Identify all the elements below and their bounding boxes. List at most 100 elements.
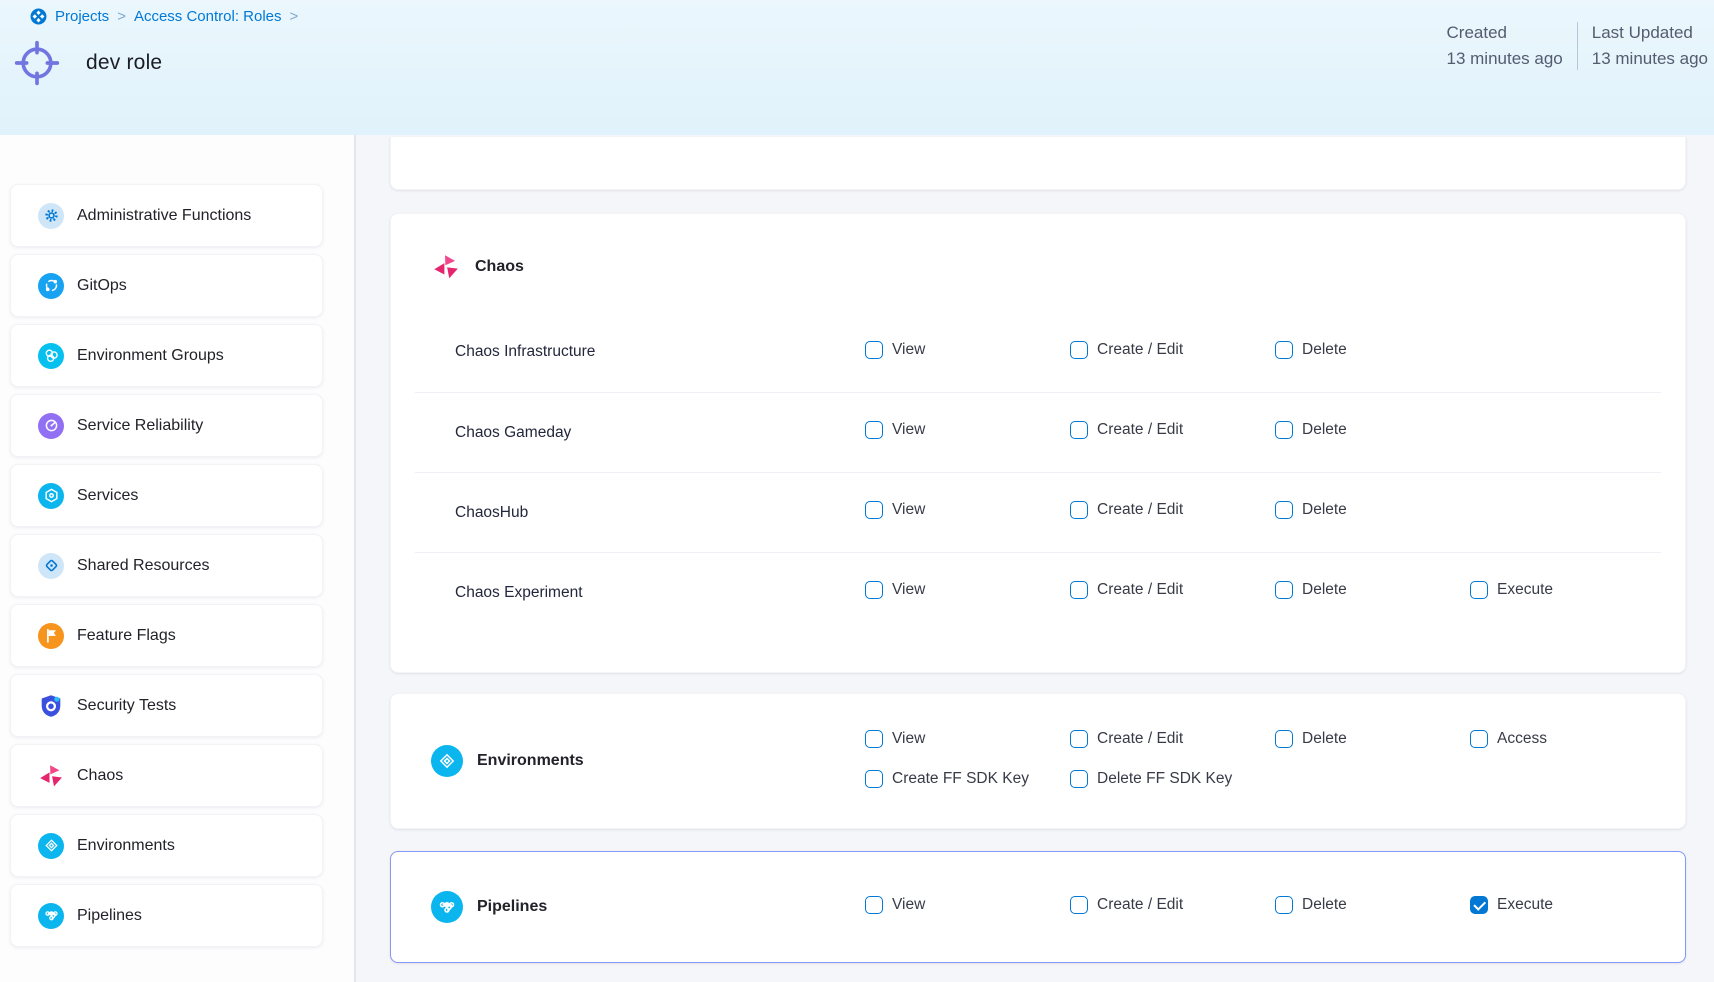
checkbox-delete[interactable] [1275, 730, 1293, 748]
resource-label: Chaos Gameday [415, 424, 865, 442]
sidebar-item-gitops[interactable]: GitOps [10, 254, 323, 317]
checkbox-execute-checked[interactable] [1470, 896, 1488, 914]
sidebar-item-environments[interactable]: Environments [10, 814, 323, 877]
permission-option-delete[interactable]: Delete [1275, 581, 1347, 599]
sidebar-item-feature-flags[interactable]: Feature Flags [10, 604, 323, 667]
checkbox-create-edit[interactable] [1070, 896, 1088, 914]
sidebar-item-environment-groups[interactable]: Environment Groups [10, 324, 323, 387]
pipelines-permissions-card: Pipelines View Create / Edit Delete Execute [390, 851, 1686, 963]
sidebar-item-pipelines[interactable]: Pipelines [10, 884, 323, 947]
checkbox-create-edit[interactable] [1070, 581, 1088, 599]
permission-option-create-edit[interactable]: Create / Edit [1070, 896, 1183, 914]
sidebar-item-security-tests[interactable]: Security Tests [10, 674, 323, 737]
sidebar-item-label: Security Tests [77, 697, 176, 715]
option-cell: Create / Edit [1070, 730, 1275, 753]
checkbox-create-edit[interactable] [1070, 730, 1088, 748]
sidebar-item-chaos[interactable]: Chaos [10, 744, 323, 807]
permission-option-delete[interactable]: Delete [1275, 421, 1347, 439]
checkbox-view[interactable] [865, 341, 883, 359]
permission-option-view[interactable]: View [865, 896, 925, 914]
option-cell: Execute [1470, 896, 1661, 919]
checkbox-label: Create / Edit [1097, 421, 1183, 439]
checkbox-delete-ff-sdk-key[interactable] [1070, 770, 1088, 788]
created-meta: Created 13 minutes ago [1433, 20, 1577, 72]
permission-option-create-edit[interactable]: Create / Edit [1070, 730, 1183, 748]
permission-option-view[interactable]: View [865, 501, 925, 519]
breadcrumb-projects-link[interactable]: Projects [55, 8, 109, 25]
permission-option-delete[interactable]: Delete [1275, 341, 1347, 359]
checkbox-create-ff-sdk-key[interactable] [865, 770, 883, 788]
option-cell: Execute [1470, 581, 1661, 604]
permissions-panel: Chaos Chaos InfrastructureViewCreate / E… [356, 135, 1714, 982]
sidebar-item-label: Administrative Functions [77, 207, 251, 225]
permission-option-delete[interactable]: Delete [1275, 730, 1347, 748]
sidebar-item-label: Feature Flags [77, 627, 176, 645]
permission-option-execute[interactable]: Execute [1470, 896, 1553, 914]
checkbox-access[interactable] [1470, 730, 1488, 748]
checkbox-delete[interactable] [1275, 421, 1293, 439]
sidebar-item-label: Pipelines [77, 907, 142, 925]
checkbox-create-edit[interactable] [1070, 501, 1088, 519]
environments-card-title: Environments [477, 752, 584, 770]
option-cell: Create / Edit [1070, 896, 1275, 919]
environments-card-header: Environments [415, 745, 865, 777]
permission-option-create-edit[interactable]: Create / Edit [1070, 341, 1183, 359]
pipelines-card-title: Pipelines [477, 898, 547, 916]
permission-option-create-edit[interactable]: Create / Edit [1070, 581, 1183, 599]
checkbox-view[interactable] [865, 501, 883, 519]
pipelines-card-header: Pipelines [415, 891, 865, 923]
page-header: Projects > Access Control: Roles > dev r… [0, 0, 1714, 135]
permission-option-view[interactable]: View [865, 730, 925, 748]
breadcrumb-roles-link[interactable]: Access Control: Roles [134, 8, 282, 25]
sidebar-item-label: Shared Resources [77, 557, 210, 575]
permission-option-delete-ff-sdk-key[interactable]: Delete FF SDK Key [1070, 770, 1232, 788]
checkbox-view[interactable] [865, 896, 883, 914]
permission-option-create-ff-sdk-key[interactable]: Create FF SDK Key [865, 770, 1029, 788]
permission-option-delete[interactable]: Delete [1275, 501, 1347, 519]
option-cell: Create / Edit [1070, 341, 1275, 364]
checkbox-view[interactable] [865, 421, 883, 439]
checkbox-delete[interactable] [1275, 341, 1293, 359]
sidebar-item-services[interactable]: Services [10, 464, 323, 527]
environments-icon [431, 745, 463, 777]
permission-option-access[interactable]: Access [1470, 730, 1547, 748]
checkbox-create-edit[interactable] [1070, 421, 1088, 439]
permission-option-view[interactable]: View [865, 341, 925, 359]
permission-option-execute[interactable]: Execute [1470, 581, 1553, 599]
sidebar-item-shared-resources[interactable]: Shared Resources [10, 534, 323, 597]
option-cell: Create / Edit [1070, 501, 1275, 524]
role-title-row: dev role [14, 40, 162, 86]
checkbox-view[interactable] [865, 581, 883, 599]
permission-option-view[interactable]: View [865, 421, 925, 439]
checkbox-label: Delete [1302, 501, 1347, 519]
resource-label: ChaosHub [415, 504, 865, 522]
permission-option-view[interactable]: View [865, 581, 925, 599]
role-target-icon [14, 40, 60, 86]
permission-option-create-edit[interactable]: Create / Edit [1070, 501, 1183, 519]
checkbox-label: Create / Edit [1097, 730, 1183, 748]
checkbox-label: View [892, 341, 925, 359]
checkbox-label: Delete [1302, 421, 1347, 439]
option-cell: Delete [1275, 421, 1470, 444]
last-updated-meta: Last Updated 13 minutes ago [1578, 20, 1714, 72]
checkbox-label: Create / Edit [1097, 341, 1183, 359]
permission-row-chaos-infrastructure: Chaos InfrastructureViewCreate / EditDel… [415, 312, 1661, 392]
option-cell: View [865, 341, 1070, 364]
checkbox-delete[interactable] [1275, 896, 1293, 914]
option-cell: Create / Edit [1070, 421, 1275, 444]
sidebar-item-label: Service Reliability [77, 417, 203, 435]
checkbox-delete[interactable] [1275, 581, 1293, 599]
resource-label: Chaos Experiment [415, 584, 865, 602]
sidebar-item-label: Environments [77, 837, 175, 855]
permission-option-create-edit[interactable]: Create / Edit [1070, 421, 1183, 439]
sidebar-item-administrative-functions[interactable]: Administrative Functions [10, 184, 323, 247]
checkbox-create-edit[interactable] [1070, 341, 1088, 359]
checkbox-execute[interactable] [1470, 581, 1488, 599]
option-cell: View [865, 421, 1070, 444]
checkbox-delete[interactable] [1275, 501, 1293, 519]
sidebar-item-service-reliability[interactable]: Service Reliability [10, 394, 323, 457]
checkbox-view[interactable] [865, 730, 883, 748]
checkbox-label: Create FF SDK Key [892, 770, 1029, 788]
permission-option-delete[interactable]: Delete [1275, 896, 1347, 914]
permission-row-chaos-experiment: Chaos ExperimentView Create / Edit Delete E… [415, 552, 1661, 632]
